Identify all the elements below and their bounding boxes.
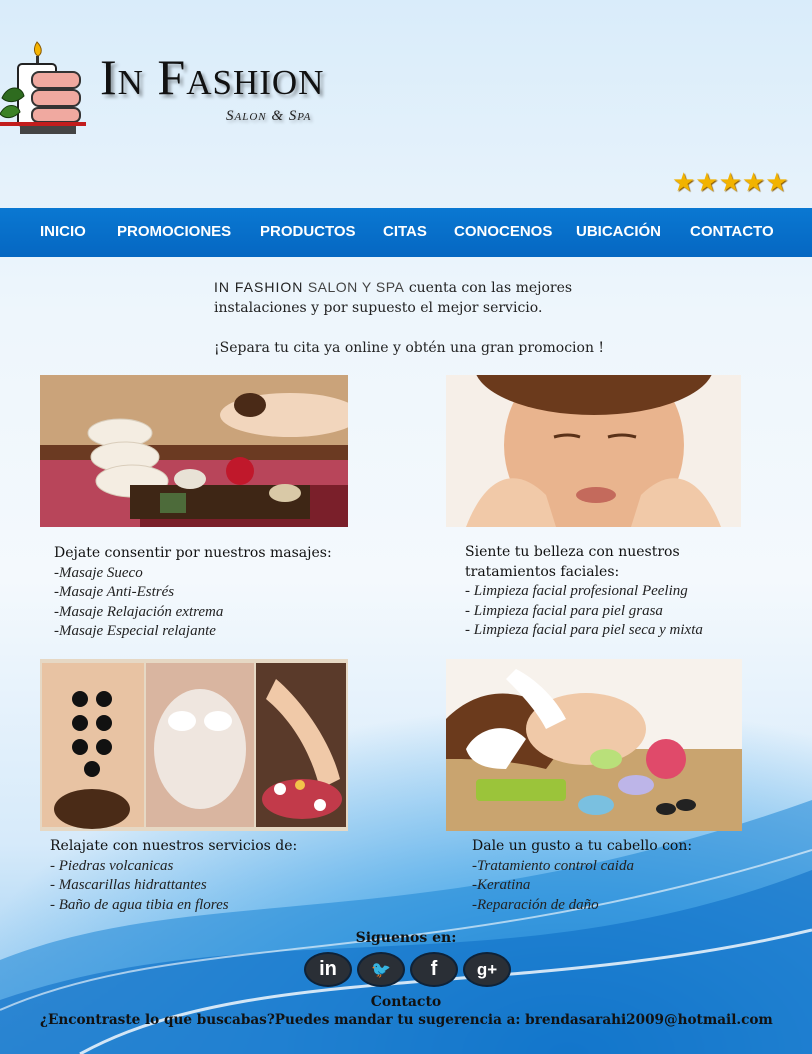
intro-brand-sub: SALON Y SPA bbox=[307, 279, 405, 295]
list-item: -Masaje Sueco bbox=[54, 564, 143, 581]
hair-treatment-photo bbox=[446, 659, 742, 831]
intro-line2: instalaciones y por supuesto el mejor se… bbox=[214, 300, 543, 316]
list-item: - Limpieza facial para piel seca y mixta bbox=[465, 622, 703, 638]
nav-item-productos[interactable]: PRODUCTOS bbox=[260, 223, 356, 240]
relax-heading: Relajate con nuestros servicios de: bbox=[50, 838, 298, 854]
nav-item-ubicacion[interactable]: UBICACIÓN bbox=[576, 223, 661, 240]
facial-photo bbox=[446, 375, 741, 527]
treatments-collage-photo bbox=[40, 659, 348, 831]
social-links: in 🐦 f g+ bbox=[304, 952, 511, 987]
list-item: - Piedras volcanicas bbox=[50, 857, 174, 874]
intro-promo: ¡Separa tu cita ya online y obtén una gr… bbox=[214, 340, 605, 356]
nav-item-promociones[interactable]: PROMOCIONES bbox=[117, 223, 231, 240]
follow-heading: Siguenos en: bbox=[355, 930, 457, 946]
hair-services: Dale un gusto a tu cabello con: -Tratami… bbox=[472, 837, 792, 915]
nav-item-inicio[interactable]: INICIO bbox=[40, 223, 86, 240]
intro-line1: cuenta con las mejores bbox=[404, 280, 573, 296]
contact-heading: Contacto bbox=[370, 994, 442, 1010]
main-nav: INICIO PROMOCIONES PRODUCTOS CITAS CONOC… bbox=[0, 208, 812, 257]
list-item: -Keratina bbox=[472, 877, 531, 893]
list-item: -Masaje Especial relajante bbox=[54, 623, 216, 639]
site-logo-subtitle: Salon & Spa bbox=[226, 108, 312, 124]
list-item: -Tratamiento control caida bbox=[472, 857, 634, 874]
nav-item-citas[interactable]: CITAS bbox=[383, 223, 427, 240]
list-item: -Masaje Relajación extrema bbox=[54, 603, 224, 620]
massage-photo bbox=[40, 375, 348, 527]
facial-heading: Siente tu belleza con nuestros tratamien… bbox=[465, 544, 680, 580]
hair-heading: Dale un gusto a tu cabello con: bbox=[472, 838, 693, 854]
nav-item-contacto[interactable]: CONTACTO bbox=[690, 223, 774, 240]
list-item: -Reparación de daño bbox=[472, 896, 599, 913]
list-item: - Baño de agua tibia en flores bbox=[50, 896, 229, 913]
intro-paragraph: IN FASHION SALON Y SPA cuenta con las me… bbox=[214, 277, 614, 318]
rating-stars: ★★★★★ bbox=[672, 168, 789, 198]
intro-brand: IN FASHION bbox=[214, 279, 304, 295]
facebook-icon[interactable]: f bbox=[410, 952, 458, 987]
list-item: - Mascarillas hidrattantes bbox=[50, 877, 207, 893]
nav-item-conocenos[interactable]: CONOCENOS bbox=[454, 223, 552, 240]
relax-services: Relajate con nuestros servicios de: - Pi… bbox=[50, 837, 380, 915]
list-item: - Limpieza facial profesional Peeling bbox=[465, 583, 688, 599]
linkedin-icon[interactable]: in bbox=[304, 952, 352, 987]
list-item: - Limpieza facial para piel grasa bbox=[465, 602, 663, 619]
massage-services: Dejate consentir por nuestros masajes: -… bbox=[54, 544, 384, 642]
massage-heading: Dejate consentir por nuestros masajes: bbox=[54, 545, 332, 561]
intro-text: IN FASHION SALON Y SPA cuenta con las me… bbox=[214, 277, 614, 378]
site-logo-title[interactable]: In Fashion bbox=[100, 52, 324, 102]
list-item: -Masaje Anti-Estrés bbox=[54, 584, 175, 600]
twitter-icon[interactable]: 🐦 bbox=[357, 952, 405, 987]
facial-services: Siente tu belleza con nuestros tratamien… bbox=[465, 543, 775, 641]
contact-text[interactable]: ¿Encontraste lo que buscabas?Puedes mand… bbox=[40, 1012, 773, 1028]
googleplus-icon[interactable]: g+ bbox=[463, 952, 511, 987]
